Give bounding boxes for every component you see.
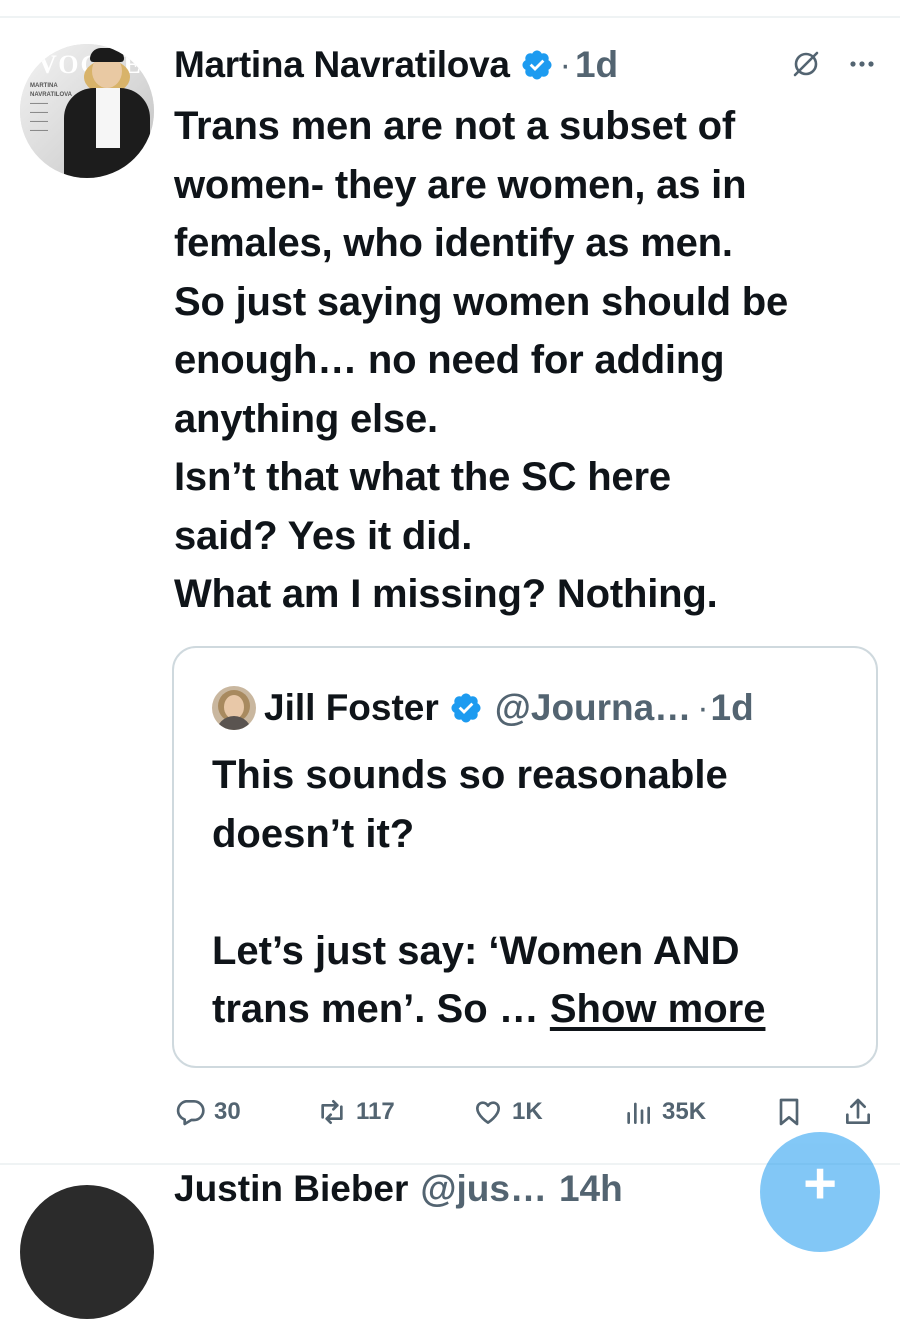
next-author-avatar[interactable] <box>20 1185 154 1319</box>
tweet-text-line: So just saying women should be <box>174 279 789 324</box>
tweet-text-line: anything else. <box>174 396 438 441</box>
quote-author-avatar[interactable] <box>212 686 256 730</box>
tweet-text-line: What am I missing? Nothing. <box>174 572 718 616</box>
reply-count: 30 <box>214 1098 241 1125</box>
quote-author-handle: @Journa… <box>494 687 692 728</box>
bookmark-button[interactable] <box>773 1090 813 1134</box>
share-icon <box>846 1098 870 1124</box>
quote-text-line: doesn’t it? <box>212 811 415 856</box>
quote-tweet[interactable]: Jill Foster @Journa… · 1d This sounds so… <box>172 646 878 1068</box>
quote-author-name: Jill Foster <box>264 687 439 728</box>
tweet-actions: 30 117 1K 35K <box>0 1090 900 1134</box>
tweet-text-line: females, who identify as men. <box>174 221 733 265</box>
quote-text: This sounds so reasonable doesn’t it? Le… <box>212 746 852 1039</box>
like-button[interactable]: 1K <box>472 1090 543 1134</box>
quote-header: Jill Foster @Journa… · 1d <box>212 686 754 730</box>
views-count: 35K <box>662 1098 707 1125</box>
avatar-cover-lines: MARTINA NAVRATILOVA ——— ——— ——— ——— <box>30 83 72 134</box>
bookmark-icon <box>779 1098 799 1126</box>
quote-time: 1d <box>710 687 754 728</box>
views-chart-icon <box>627 1102 650 1124</box>
next-author-name[interactable]: Justin Bieber <box>174 1168 408 1209</box>
like-count: 1K <box>512 1098 543 1125</box>
next-post-time: 14h <box>558 1168 623 1209</box>
verified-badge-icon <box>522 50 552 80</box>
tweet-text-line: enough… no need for adding <box>174 338 725 382</box>
repost-icon <box>321 1100 343 1124</box>
quote-text-line: This sounds so reasonable <box>212 753 728 797</box>
show-more-link[interactable]: Show more <box>550 987 766 1031</box>
author-name[interactable]: Martina Navratilova <box>174 44 510 86</box>
quote-text-fragment: trans men’. So … <box>212 987 550 1031</box>
quote-time-separator: · <box>697 688 709 727</box>
grok-icon[interactable] <box>790 48 822 80</box>
tweet-header: Martina Navratilova · 1d <box>174 40 618 90</box>
reply-icon <box>176 1100 205 1126</box>
more-options-icon[interactable] <box>846 48 878 80</box>
views-button[interactable]: 35K <box>622 1090 706 1134</box>
repost-button[interactable]: 117 <box>316 1090 395 1134</box>
next-author-handle: @jus… <box>420 1168 547 1209</box>
tweet-text-line: Trans men are not a subset of <box>174 104 736 148</box>
tweet-text-line: said? Yes it did. <box>174 513 473 558</box>
post-time[interactable]: 1d <box>575 44 618 86</box>
quote-text-blank-line <box>212 863 852 922</box>
author-avatar[interactable]: VOGUE MARTINANAVRATILOVA———————————— <box>20 44 154 178</box>
time-separator: · <box>559 45 571 84</box>
repost-count: 117 <box>356 1098 395 1125</box>
heart-icon <box>476 1101 500 1124</box>
next-tweet-header: Justin Bieber @jus… 14h <box>174 1168 623 1210</box>
quote-text-last-line: trans men’. So … Show more <box>212 980 852 1039</box>
compose-post-button[interactable]: + <box>760 1132 880 1252</box>
avatar-cap <box>90 48 124 62</box>
plus-icon: + <box>803 1151 837 1216</box>
verified-badge-icon <box>451 693 481 723</box>
quote-avatar-shoulders <box>216 716 252 730</box>
reply-button[interactable]: 30 <box>174 1090 241 1134</box>
tweet-text: Trans men are not a subset of women- the… <box>174 97 884 624</box>
quote-text-line: Let’s just say: ‘Women AND <box>212 928 740 973</box>
tweet-text-line: Isn’t that what the SC here <box>174 455 671 499</box>
share-button[interactable] <box>842 1090 882 1134</box>
avatar-shirt <box>96 88 120 148</box>
tweet-text-line: women- they are women, as in <box>174 162 747 207</box>
